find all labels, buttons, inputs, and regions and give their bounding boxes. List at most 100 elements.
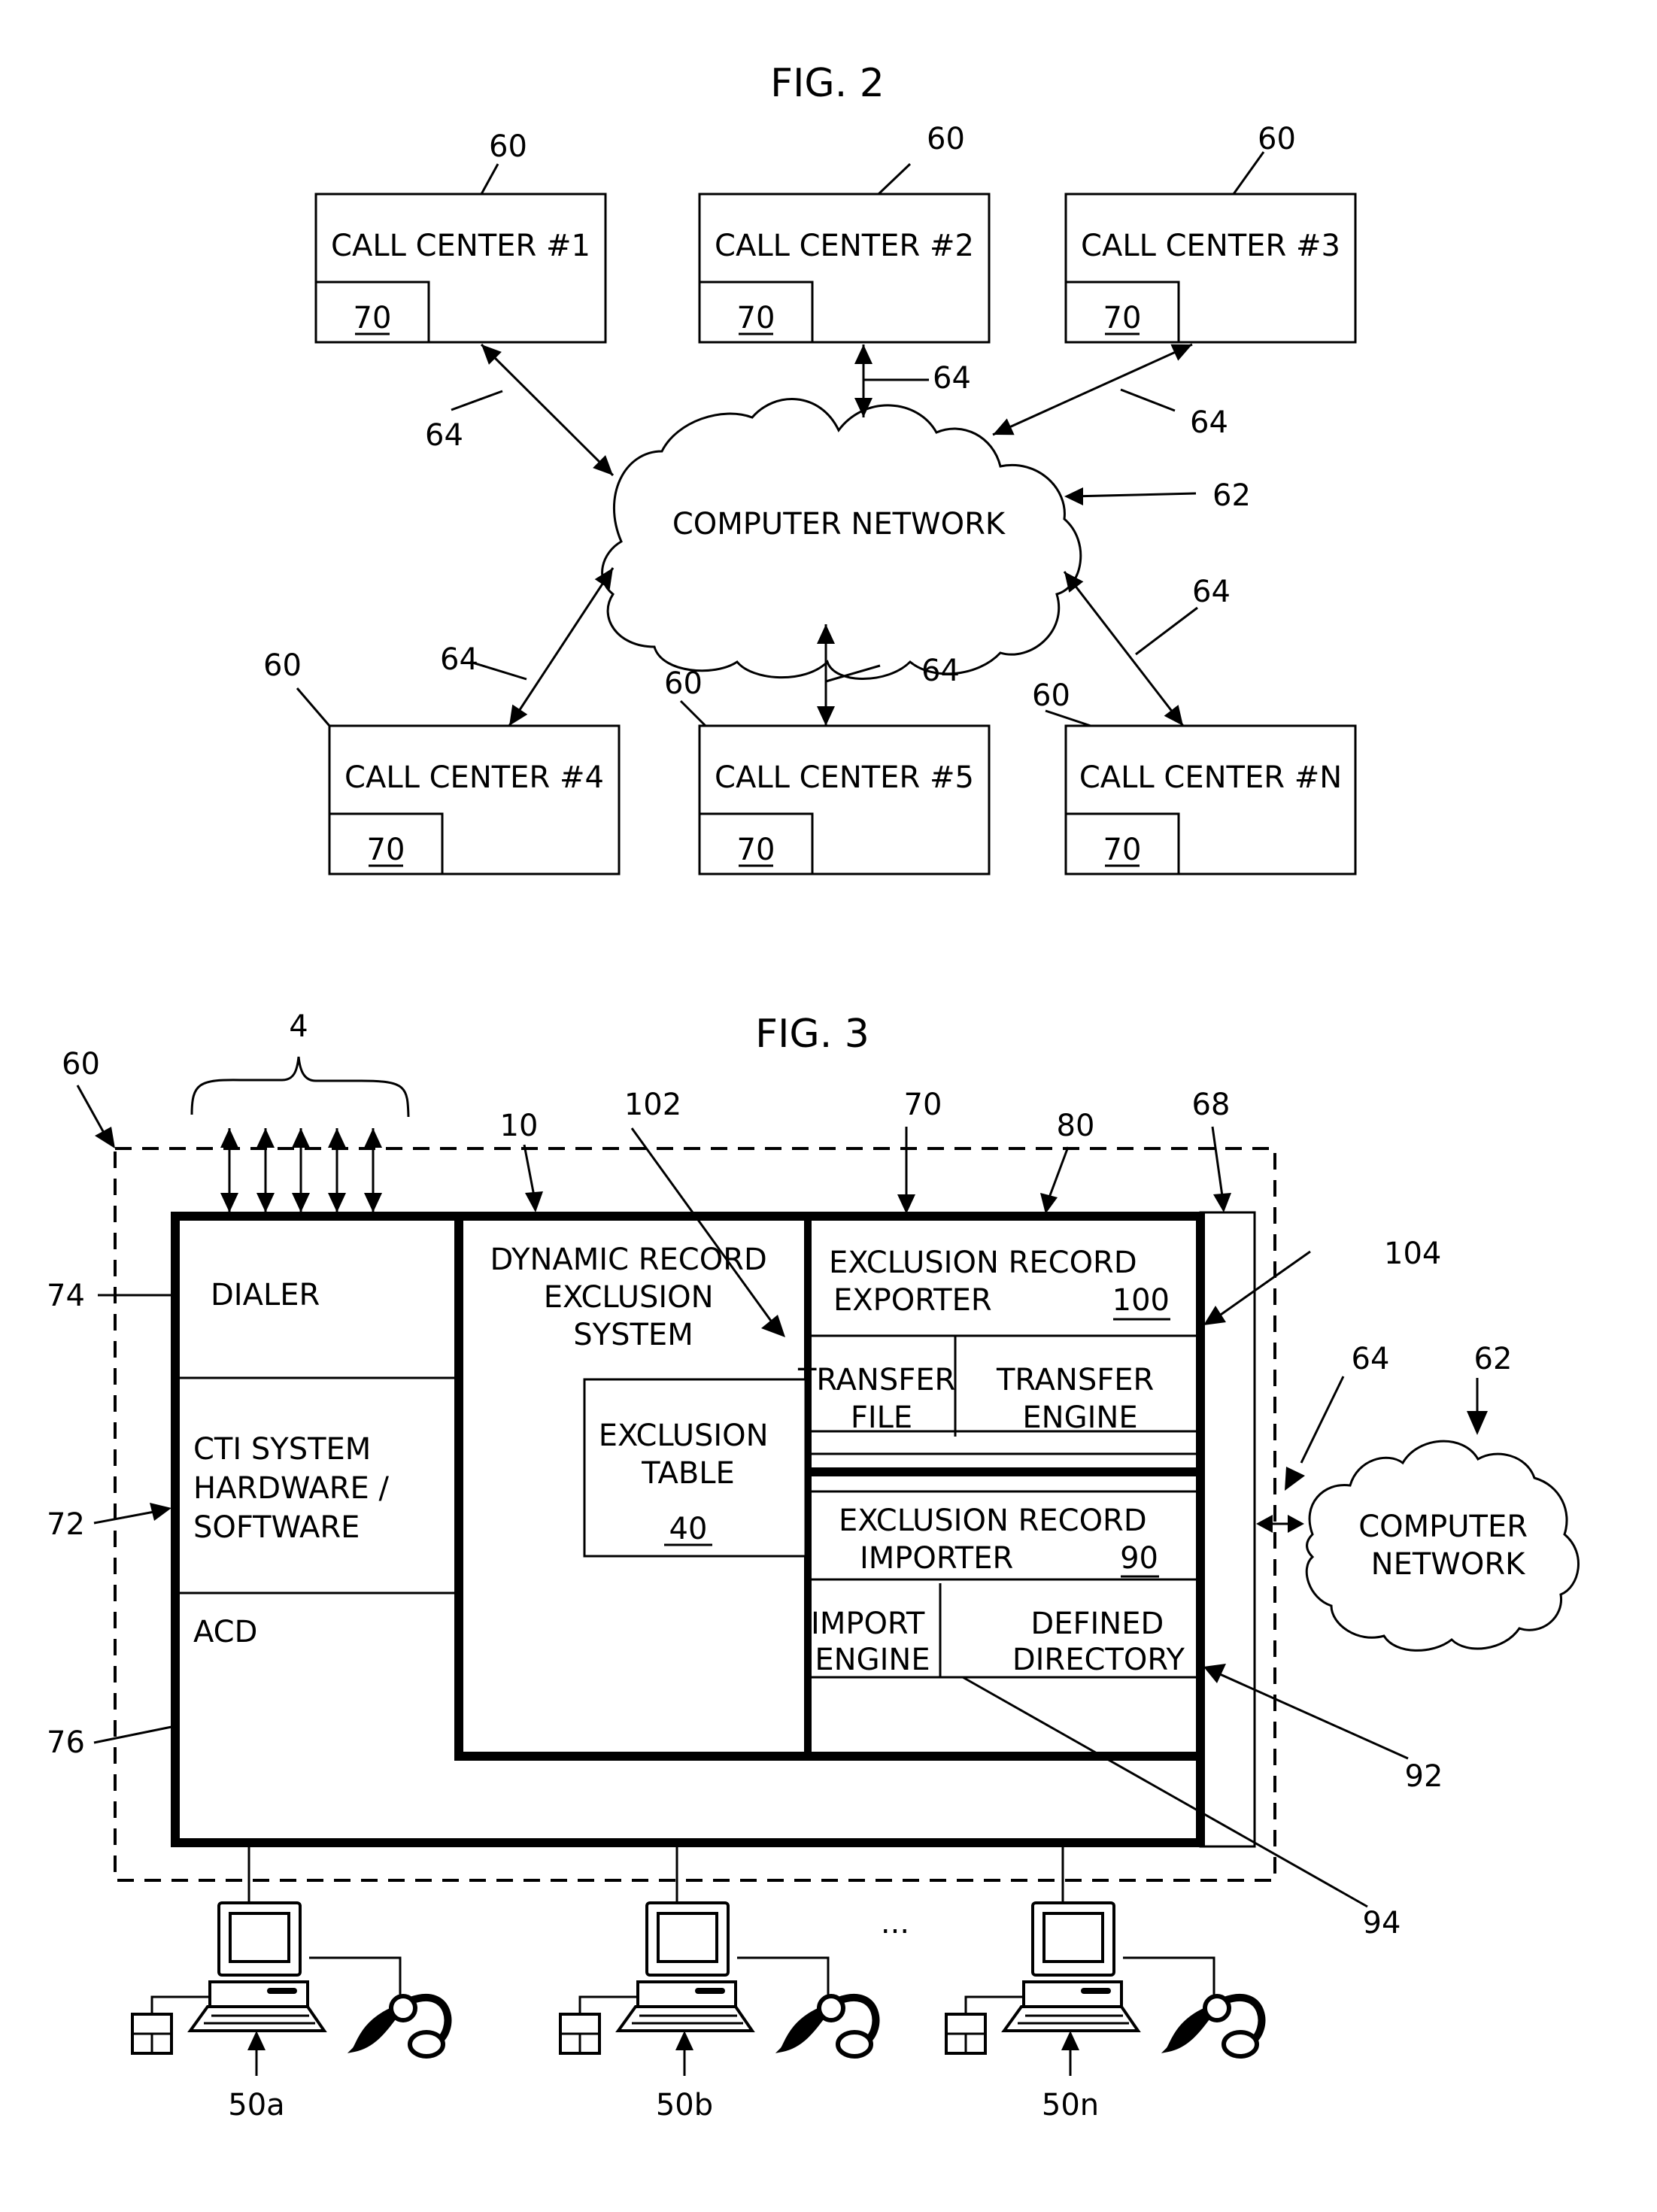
link-ref-64: 64 xyxy=(425,418,463,453)
leader-60 xyxy=(480,163,499,195)
monitor-screen xyxy=(229,1912,290,1963)
ref-76: 76 xyxy=(47,1725,85,1760)
workstation-ref: 50a xyxy=(228,2088,284,2122)
network-link-6: 64 xyxy=(1063,571,1231,727)
arrowhead-icon xyxy=(256,1193,275,1212)
headset-icon xyxy=(1161,2007,1212,2053)
arrowhead-icon xyxy=(220,1128,238,1148)
arrowhead-icon xyxy=(854,344,873,364)
ellipsis: ... xyxy=(881,1906,909,1940)
arrowhead-icon xyxy=(1288,1515,1304,1533)
arrowhead-icon xyxy=(247,2031,266,2050)
link-line xyxy=(480,343,615,477)
arrowhead-icon xyxy=(817,706,835,726)
arrowhead-icon xyxy=(1061,2031,1079,2050)
leader-60 xyxy=(1232,151,1265,195)
link-line xyxy=(1063,571,1185,727)
leader-68 xyxy=(1211,1126,1224,1197)
leader-60 xyxy=(679,699,707,727)
ref-102: 102 xyxy=(624,1088,681,1122)
fig2-network-leader xyxy=(1071,492,1197,498)
call-center-label: CALL CENTER #2 xyxy=(715,229,974,263)
acd-label: ACD xyxy=(193,1615,257,1649)
cti-label: CTI SYSTEM HARDWARE / SOFTWARE xyxy=(193,1432,399,1545)
headset-speaker xyxy=(1222,2030,1259,2059)
arrowhead-icon xyxy=(292,1128,310,1148)
module-70-ref: 70 xyxy=(367,833,405,867)
call-center-6: CALL CENTER #N 70 60 xyxy=(1032,678,1357,875)
leader-60 xyxy=(877,162,912,196)
patent-drawing: FIG. 2 COMPUTER NETWORK 62 CALL CENTER #… xyxy=(47,61,1580,2122)
arrowhead-icon xyxy=(1467,1411,1488,1435)
keyboard-icon xyxy=(615,2005,755,2032)
arrowhead-icon xyxy=(220,1193,238,1212)
link-line xyxy=(992,343,1193,436)
leader-64 xyxy=(1300,1376,1345,1464)
arrowhead-icon xyxy=(817,624,835,644)
ref-4: 4 xyxy=(289,1009,308,1044)
network-link-1: 64 xyxy=(425,343,615,477)
dres-label: DYNAMIC RECORD EXCLUSION SYSTEM xyxy=(490,1243,776,1352)
network-link-3: 64 xyxy=(992,343,1228,440)
leader-64 xyxy=(469,660,527,681)
ref-104: 104 xyxy=(1384,1236,1441,1271)
arrowhead-icon xyxy=(256,1128,275,1148)
arrowhead-icon xyxy=(509,704,528,726)
workstation-50a: 50a xyxy=(131,1846,452,2122)
arrowhead-icon xyxy=(675,2031,693,2050)
exporter-label-line1: EXCLUSION RECORD xyxy=(829,1246,1137,1280)
module-70-ref: 70 xyxy=(1103,301,1142,335)
lines-brace xyxy=(190,1056,410,1118)
call-center-ref: 60 xyxy=(1258,122,1296,156)
ref-64: 64 xyxy=(1352,1342,1390,1376)
arrowhead-icon xyxy=(150,1503,171,1521)
link-line xyxy=(508,567,615,727)
leader-10 xyxy=(523,1144,536,1197)
importer-ref: 90 xyxy=(1120,1541,1158,1576)
workstation-50b: 50b xyxy=(559,1846,880,2122)
call-center-ref: 60 xyxy=(1032,678,1070,713)
keyboard-icon xyxy=(1001,2005,1141,2032)
arrowhead-icon xyxy=(364,1193,382,1212)
drive-slot xyxy=(1081,1988,1111,1994)
call-center-label: CALL CENTER #N xyxy=(1079,760,1342,795)
import-engine-label: IMPORT ENGINE xyxy=(811,1607,934,1677)
exporter-label-line2: EXPORTER xyxy=(833,1283,992,1318)
arrowhead-icon xyxy=(897,1194,915,1214)
leader-64 xyxy=(451,390,503,411)
fig3-network-label: COMPUTER NETWORK xyxy=(1358,1510,1537,1582)
link-ref-64: 64 xyxy=(440,642,478,677)
headset-icon xyxy=(347,2007,398,2053)
figure-2: FIG. 2 COMPUTER NETWORK 62 CALL CENTER #… xyxy=(263,61,1357,875)
phone-cable xyxy=(578,1995,638,2014)
fig3-network-cloud xyxy=(1305,1440,1580,1652)
link-ref-64: 64 xyxy=(933,361,971,396)
headset-icon xyxy=(775,2007,826,2053)
leader-80 xyxy=(1048,1146,1070,1198)
importer-label-line1: EXCLUSION RECORD xyxy=(839,1503,1147,1538)
leader-60 xyxy=(296,687,331,727)
arrowhead-icon xyxy=(525,1191,543,1212)
headset-cable xyxy=(1123,1956,1215,1995)
fig3-title: FIG. 3 xyxy=(755,1012,869,1057)
workstation-50n: 50n xyxy=(945,1846,1266,2122)
fig2-title: FIG. 2 xyxy=(770,61,885,106)
workstation-ref: 50n xyxy=(1042,2088,1099,2122)
fig2-network-ref: 62 xyxy=(1212,478,1251,513)
arrowhead-icon xyxy=(761,1315,785,1337)
leader-64 xyxy=(1135,606,1198,656)
headset-cable xyxy=(309,1956,402,1995)
headset-speaker xyxy=(836,2030,873,2059)
call-center-1: CALL CENTER #1 70 60 xyxy=(314,129,607,344)
monitor-screen xyxy=(1042,1912,1104,1963)
arrowhead-icon xyxy=(594,568,613,590)
ref-62: 62 xyxy=(1474,1342,1513,1376)
keyboard-icon xyxy=(187,2005,327,2032)
exporter-ref: 100 xyxy=(1112,1283,1170,1318)
call-center-ref: 60 xyxy=(489,129,527,164)
leader-94 xyxy=(962,1676,1368,1908)
arrowhead-icon xyxy=(1256,1515,1273,1533)
call-center-ref: 60 xyxy=(664,666,703,701)
ref-70: 70 xyxy=(904,1088,942,1122)
leader-64 xyxy=(1120,388,1176,412)
